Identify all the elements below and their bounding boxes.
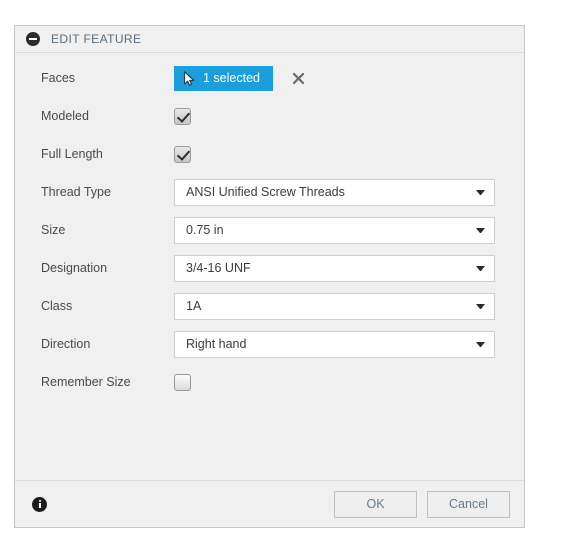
close-x-icon[interactable] bbox=[291, 71, 306, 86]
chevron-down-icon bbox=[476, 189, 485, 195]
row-designation: Designation 3/4-16 UNF bbox=[15, 249, 524, 287]
row-remember-size: Remember Size bbox=[15, 363, 524, 401]
remember-size-checkbox[interactable] bbox=[174, 373, 191, 391]
class-value: 1A bbox=[186, 299, 202, 313]
dialog-title: EDIT FEATURE bbox=[51, 32, 142, 46]
thread-type-label: Thread Type bbox=[41, 185, 111, 199]
full-length-control bbox=[174, 145, 524, 163]
faces-control: 1 selected bbox=[174, 65, 524, 91]
direction-control: Right hand bbox=[174, 330, 524, 358]
dialog-titlebar: EDIT FEATURE bbox=[15, 26, 524, 53]
size-label: Size bbox=[41, 223, 66, 237]
thread-type-value: ANSI Unified Screw Threads bbox=[186, 185, 345, 199]
chevron-down-icon bbox=[476, 227, 485, 233]
ok-button[interactable]: OK bbox=[334, 490, 417, 518]
row-full-length: Full Length bbox=[15, 135, 524, 173]
designation-value: 3/4-16 UNF bbox=[186, 261, 251, 275]
chevron-down-icon bbox=[476, 303, 485, 309]
class-dropdown[interactable]: 1A bbox=[174, 292, 495, 320]
dialog-body: Faces 1 selected Modeled Full Length Thr… bbox=[15, 53, 524, 480]
collapse-minus-icon[interactable] bbox=[26, 32, 40, 46]
remember-size-label: Remember Size bbox=[41, 375, 131, 389]
edit-feature-dialog: EDIT FEATURE Faces 1 selected Modeled Fu… bbox=[14, 25, 525, 528]
class-label: Class bbox=[41, 299, 73, 313]
size-dropdown[interactable]: 0.75 in bbox=[174, 216, 495, 244]
modeled-control bbox=[174, 107, 524, 125]
row-size: Size 0.75 in bbox=[15, 211, 524, 249]
faces-select-button[interactable]: 1 selected bbox=[174, 65, 273, 91]
thread-type-dropdown[interactable]: ANSI Unified Screw Threads bbox=[174, 178, 495, 206]
designation-label: Designation bbox=[41, 261, 108, 275]
full-length-checkbox[interactable] bbox=[174, 145, 191, 163]
size-value: 0.75 in bbox=[186, 223, 224, 237]
chevron-down-icon bbox=[476, 265, 485, 271]
row-modeled: Modeled bbox=[15, 97, 524, 135]
row-class: Class 1A bbox=[15, 287, 524, 325]
chevron-down-icon bbox=[476, 341, 485, 347]
dialog-footer: OK Cancel bbox=[15, 480, 524, 527]
designation-control: 3/4-16 UNF bbox=[174, 254, 524, 282]
remember-size-control bbox=[174, 373, 524, 391]
faces-label: Faces bbox=[41, 71, 76, 85]
size-control: 0.75 in bbox=[174, 216, 524, 244]
direction-dropdown[interactable]: Right hand bbox=[174, 330, 495, 358]
info-circle-icon[interactable] bbox=[32, 496, 47, 512]
modeled-checkbox[interactable] bbox=[174, 107, 191, 125]
thread-type-control: ANSI Unified Screw Threads bbox=[174, 178, 524, 206]
row-direction: Direction Right hand bbox=[15, 325, 524, 363]
direction-label: Direction bbox=[41, 337, 91, 351]
class-control: 1A bbox=[174, 292, 524, 320]
modeled-label: Modeled bbox=[41, 109, 89, 123]
cursor-arrow-icon bbox=[183, 70, 195, 86]
full-length-label: Full Length bbox=[41, 147, 103, 161]
row-faces: Faces 1 selected bbox=[15, 59, 524, 97]
direction-value: Right hand bbox=[186, 337, 247, 351]
designation-dropdown[interactable]: 3/4-16 UNF bbox=[174, 254, 495, 282]
faces-select-label: 1 selected bbox=[203, 71, 260, 85]
row-thread-type: Thread Type ANSI Unified Screw Threads bbox=[15, 173, 524, 211]
cancel-button[interactable]: Cancel bbox=[427, 490, 510, 518]
